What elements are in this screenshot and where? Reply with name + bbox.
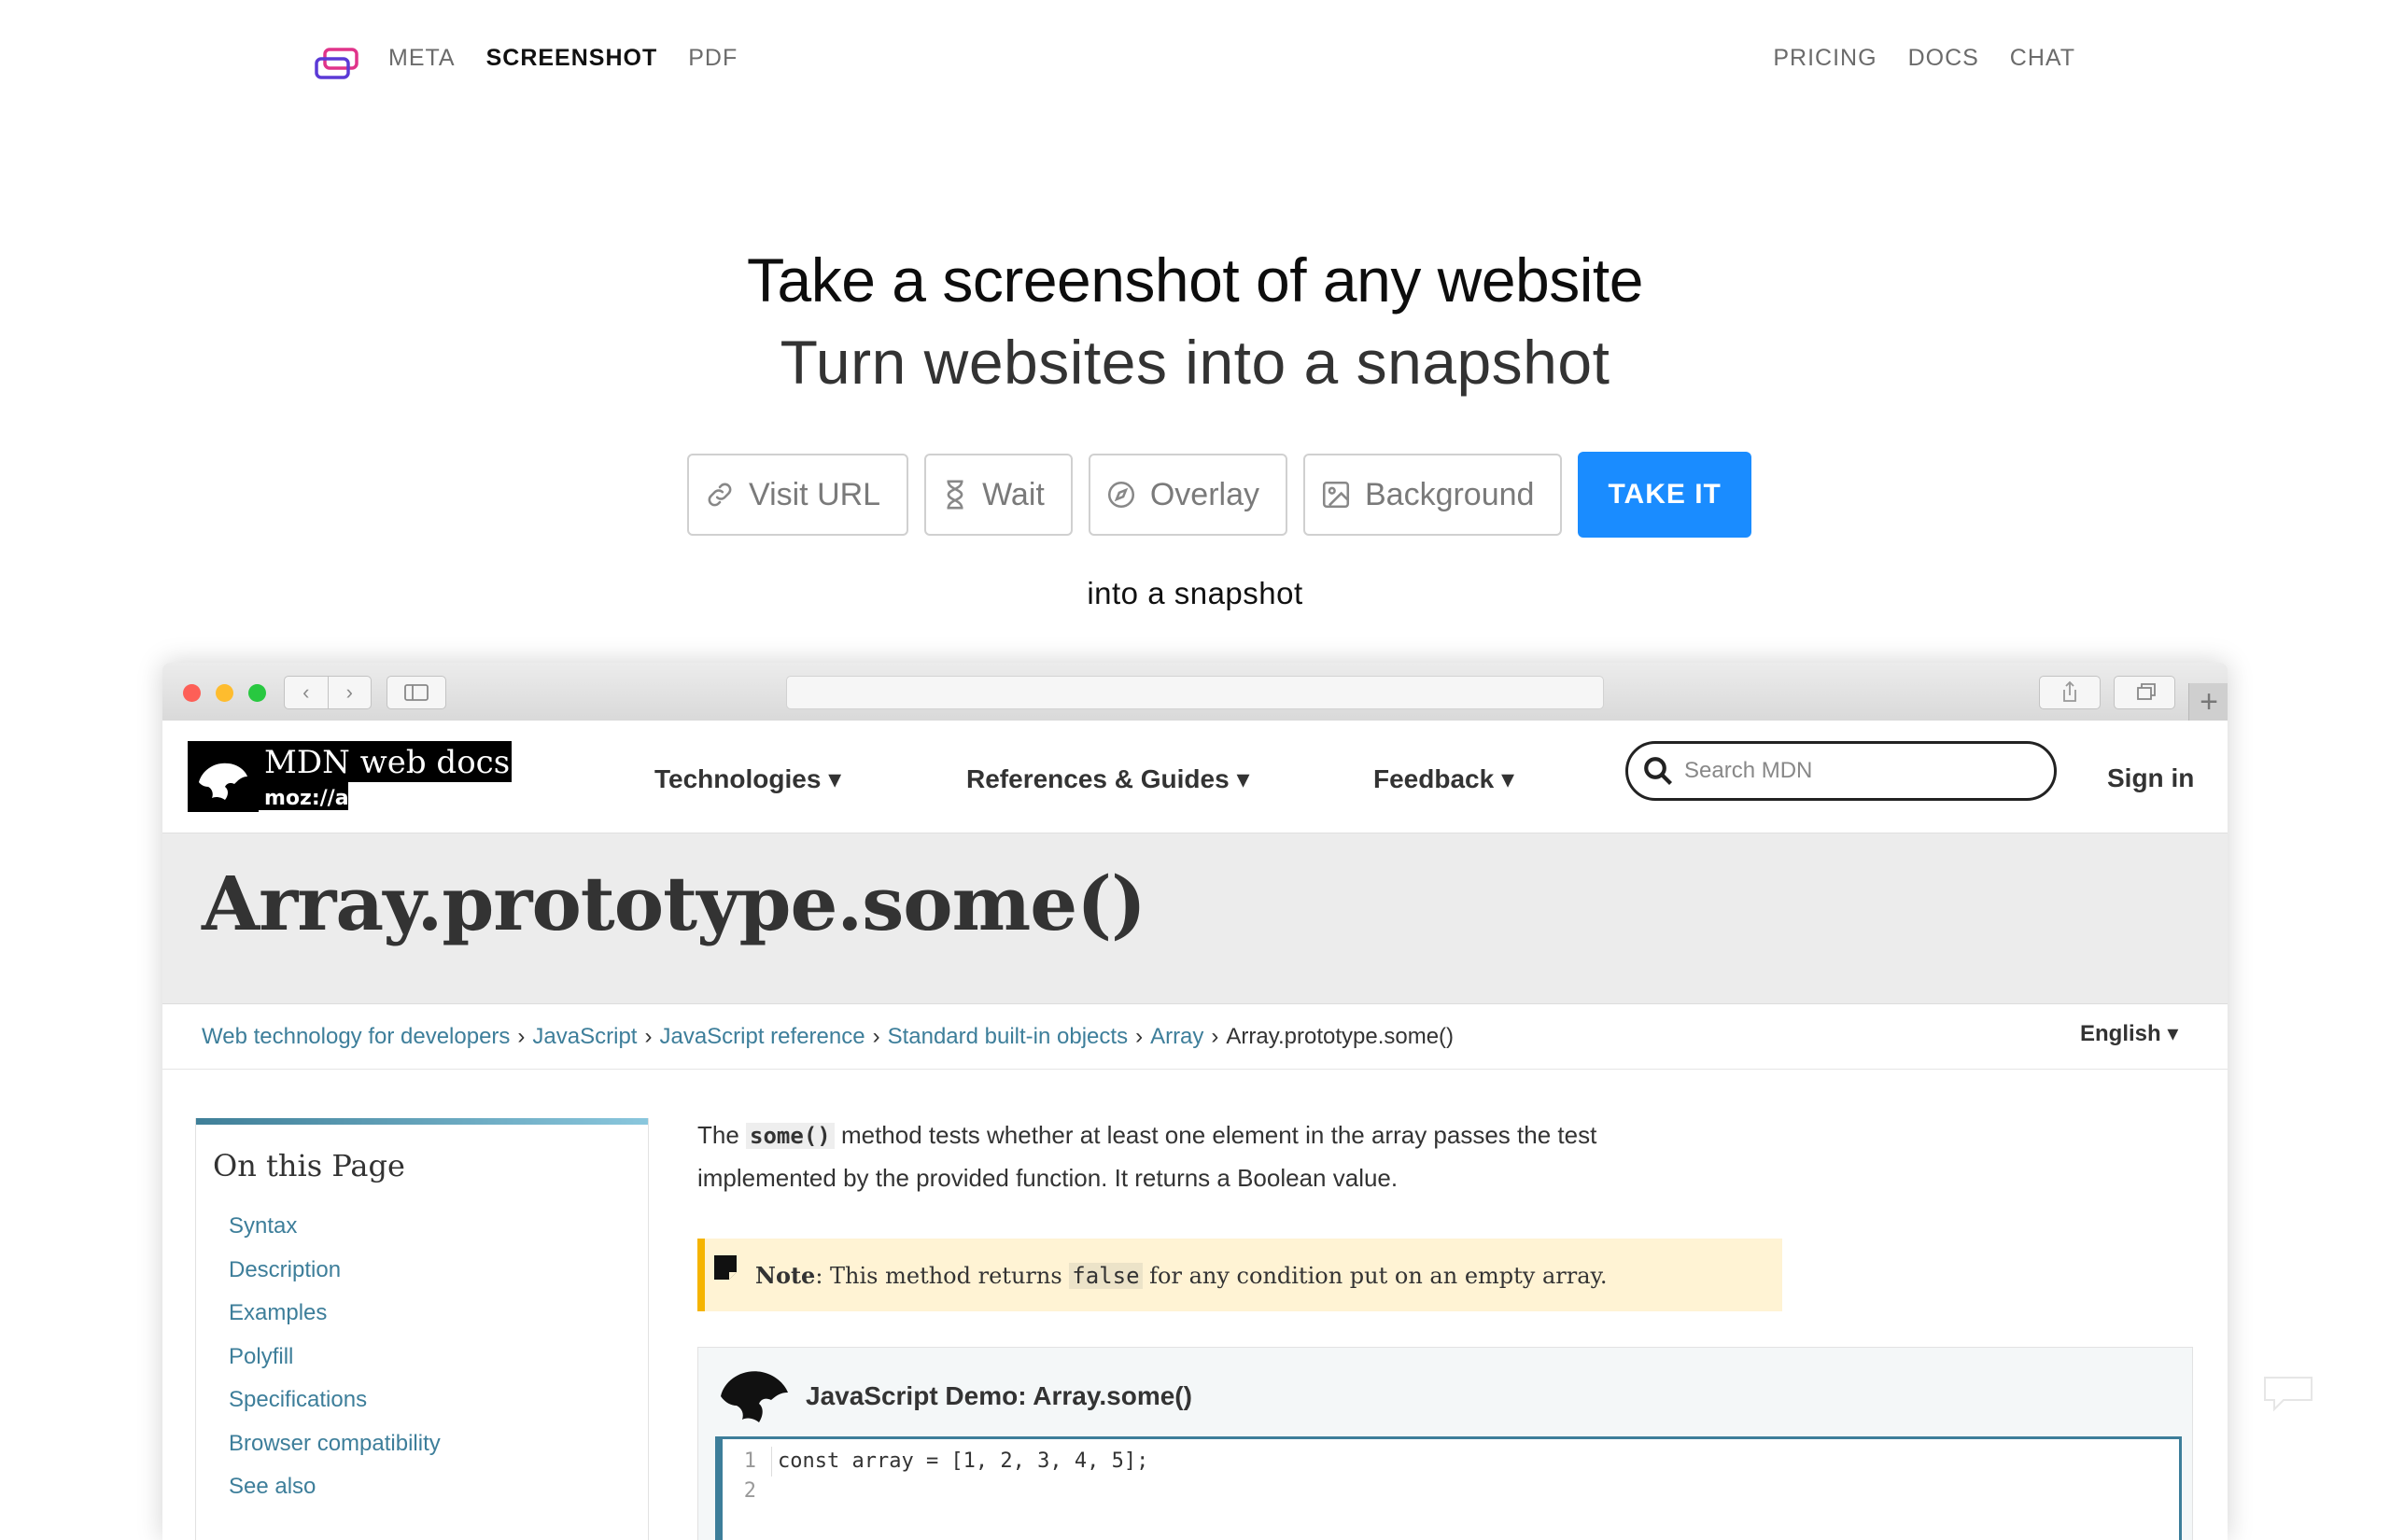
browser-window: ‹ › + MDN web docs moz://a Technologies … bbox=[162, 663, 2228, 1540]
note-label: Note bbox=[755, 1261, 816, 1289]
forward-icon[interactable]: › bbox=[329, 677, 372, 708]
note-text-start: : This method returns bbox=[815, 1262, 1070, 1289]
breadcrumb-current: Array.prototype.some() bbox=[1226, 1024, 1455, 1049]
mdn-header: MDN web docs moz://a Technologies ▾ Refe… bbox=[162, 721, 2228, 833]
window-minimize-icon[interactable] bbox=[216, 684, 233, 702]
breadcrumb-web-technology[interactable]: Web technology for developers bbox=[202, 1024, 510, 1049]
nav-chat[interactable]: CHAT bbox=[2010, 45, 2075, 72]
menu-feedback[interactable]: Feedback ▾ bbox=[1373, 763, 1514, 794]
code-line: const array = [1, 2, 3, 4, 5]; bbox=[771, 1447, 1148, 1477]
toc-item-polyfill[interactable]: Polyfill bbox=[229, 1344, 441, 1388]
toc-item-syntax[interactable]: Syntax bbox=[229, 1213, 441, 1257]
code-editor[interactable]: 12 const array = [1, 2, 3, 4, 5]; bbox=[715, 1436, 2182, 1540]
mdn-logo[interactable]: MDN web docs moz://a bbox=[188, 741, 512, 812]
window-zoom-icon[interactable] bbox=[248, 684, 266, 702]
mozilla-logo-text: moz://a bbox=[264, 787, 349, 810]
address-bar[interactable] bbox=[786, 676, 1604, 709]
visit-url-label: Visit URL bbox=[749, 476, 881, 512]
take-it-button[interactable]: TAKE IT bbox=[1578, 452, 1751, 538]
breadcrumb-separator: › bbox=[1135, 1024, 1144, 1049]
breadcrumb-array[interactable]: Array bbox=[1150, 1024, 1203, 1049]
inline-code-some: some() bbox=[746, 1123, 835, 1149]
window-close-icon[interactable] bbox=[183, 684, 201, 702]
background-label: Background bbox=[1364, 476, 1535, 512]
wait-label: Wait bbox=[982, 476, 1045, 512]
breadcrumb: Web technology for developers › JavaScript… bbox=[202, 1024, 1454, 1050]
toc-heading: On this Page bbox=[213, 1148, 405, 1183]
divider bbox=[162, 1069, 2228, 1070]
search-placeholder: Search MDN bbox=[1684, 758, 1813, 783]
language-selector[interactable]: English ▾ bbox=[2080, 1020, 2178, 1047]
secondary-nav: PRICING DOCS CHAT bbox=[1773, 45, 2075, 72]
link-icon bbox=[708, 483, 732, 507]
toc-item-specifications[interactable]: Specifications bbox=[229, 1387, 441, 1431]
nav-meta[interactable]: META bbox=[388, 45, 456, 72]
line-number: 2 bbox=[743, 1479, 756, 1503]
hero-caption: into a snapshot bbox=[1087, 576, 1303, 610]
overlay-button[interactable]: Overlay bbox=[1088, 454, 1287, 536]
note-callout: Note: This method returns false for any … bbox=[697, 1239, 1782, 1311]
nav-docs[interactable]: DOCS bbox=[1908, 45, 1979, 72]
breadcrumb-separator: › bbox=[517, 1024, 526, 1049]
share-icon bbox=[2063, 680, 2076, 702]
toc-item-examples[interactable]: Examples bbox=[229, 1300, 441, 1344]
breadcrumb-separator: › bbox=[872, 1024, 880, 1049]
breadcrumb-separator: › bbox=[1211, 1024, 1219, 1049]
tabs-icon bbox=[2137, 683, 2156, 700]
share-button[interactable] bbox=[2039, 676, 2101, 709]
breadcrumb-javascript[interactable]: JavaScript bbox=[532, 1024, 637, 1049]
nav-pricing[interactable]: PRICING bbox=[1773, 45, 1877, 72]
chat-widget-icon[interactable] bbox=[2261, 1374, 2315, 1413]
page-title-band: Array.prototype.some() bbox=[162, 833, 2228, 1004]
tabs-overview-button[interactable] bbox=[2114, 676, 2175, 709]
intro-paragraph: The some() method tests whether at least… bbox=[697, 1114, 1724, 1199]
dinosaur-icon bbox=[721, 1371, 788, 1422]
back-icon[interactable]: ‹ bbox=[285, 677, 329, 708]
sidebar-toggle-button[interactable] bbox=[387, 676, 446, 709]
image-icon bbox=[1322, 481, 1350, 509]
brand-logo-icon[interactable] bbox=[314, 47, 360, 80]
hourglass-icon bbox=[947, 480, 963, 510]
sidebar-icon bbox=[404, 684, 429, 701]
option-buttons: Visit URL Wait Overlay Background TAKE I… bbox=[687, 452, 1751, 538]
menu-references-guides[interactable]: References & Guides ▾ bbox=[966, 763, 1250, 794]
primary-nav: META SCREENSHOT PDF bbox=[388, 45, 738, 72]
mdn-logo-text: MDN web docs bbox=[264, 744, 510, 781]
hero-title: Take a screenshot of any website bbox=[747, 245, 1643, 315]
history-buttons: ‹ › bbox=[284, 676, 372, 709]
note-code-false: false bbox=[1069, 1262, 1143, 1289]
compass-icon bbox=[1107, 481, 1134, 509]
interactive-demo: JavaScript Demo: Array.some() 12 const a… bbox=[697, 1347, 2193, 1540]
intro-text-start: The bbox=[697, 1121, 747, 1149]
toc-item-browser-compatibility[interactable]: Browser compatibility bbox=[229, 1431, 441, 1475]
nav-screenshot[interactable]: SCREENSHOT bbox=[486, 45, 658, 72]
toc-item-description[interactable]: Description bbox=[229, 1257, 441, 1301]
breadcrumb-separator: › bbox=[644, 1024, 653, 1049]
menu-technologies[interactable]: Technologies ▾ bbox=[654, 763, 841, 794]
note-text-end: for any condition put on an empty array. bbox=[1142, 1262, 1608, 1289]
page-title: Array.prototype.some() bbox=[202, 860, 1146, 947]
sign-in-link[interactable]: Sign in bbox=[2107, 763, 2194, 793]
demo-title: JavaScript Demo: Array.some() bbox=[806, 1381, 1192, 1410]
nav-pdf[interactable]: PDF bbox=[688, 45, 738, 72]
browser-toolbar: ‹ › + bbox=[162, 663, 2228, 721]
visit-url-button[interactable]: Visit URL bbox=[687, 454, 909, 536]
overlay-label: Overlay bbox=[1149, 476, 1259, 512]
breadcrumb-javascript-reference[interactable]: JavaScript reference bbox=[659, 1024, 865, 1049]
wait-button[interactable]: Wait bbox=[924, 454, 1073, 536]
toc-list: Syntax Description Examples Polyfill Spe… bbox=[229, 1213, 441, 1518]
mdn-search-input[interactable]: Search MDN bbox=[1625, 741, 2057, 801]
line-number: 1 bbox=[743, 1449, 756, 1473]
background-button[interactable]: Background bbox=[1302, 454, 1563, 536]
hero-subtitle: Turn websites into a snapshot bbox=[780, 328, 1610, 397]
toc-item-see-also[interactable]: See also bbox=[229, 1474, 441, 1518]
on-this-page-panel: On this Page Syntax Description Examples… bbox=[195, 1118, 649, 1540]
breadcrumb-standard-objects[interactable]: Standard built-in objects bbox=[888, 1024, 1128, 1049]
note-icon bbox=[714, 1255, 737, 1280]
new-tab-icon[interactable]: + bbox=[2188, 683, 2228, 721]
top-navigation: META SCREENSHOT PDF PRICING DOCS CHAT bbox=[0, 0, 2390, 126]
search-icon bbox=[1644, 757, 1672, 785]
line-numbers: 12 bbox=[730, 1447, 756, 1506]
